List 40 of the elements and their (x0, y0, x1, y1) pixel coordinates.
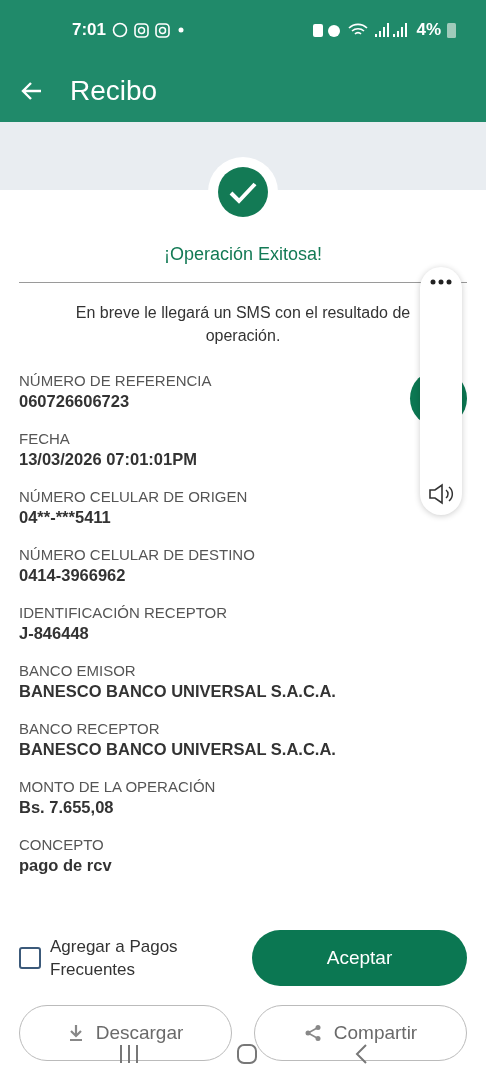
field-value: 13/03/2026 07:01:01PM (19, 449, 197, 470)
download-icon (67, 1024, 84, 1042)
field-value: 060726606723 (19, 391, 130, 412)
field-label: IDENTIFICACIÓN RECEPTOR (19, 603, 228, 623)
battery-icon (447, 22, 456, 38)
download-button[interactable]: Descargar (19, 1005, 232, 1061)
checkbox-label: Agregar a Pagos Frecuentes (50, 936, 179, 981)
back-icon[interactable] (353, 1044, 368, 1064)
status-time: 7:01 (72, 20, 107, 40)
battery-level: 4% (416, 20, 441, 40)
message-text: En breve le llegará un SMS con el resultado de (75, 303, 411, 323)
field-label: MONTO DE LA OPERACIÓN (19, 777, 216, 797)
checkbox[interactable] (19, 947, 41, 969)
field-label: NÚMERO CELULAR DE DESTINO (19, 545, 255, 565)
screen-title: Recibo (70, 75, 158, 107)
message-text: operación. (205, 326, 281, 346)
field-value: J-846448 (19, 623, 89, 644)
field-label: BANCO RECEPTOR (19, 719, 160, 739)
field-value: Bs. 7.655,08 (19, 797, 114, 818)
more-icon[interactable] (430, 279, 452, 285)
speaker-icon[interactable] (428, 483, 454, 505)
field-label: NÚMERO CELULAR DE ORIGEN (19, 487, 248, 507)
field-value: pago de rcv (19, 855, 112, 876)
field-label: CONCEPTO (19, 835, 104, 855)
result-title: ¡Operación Exitosa! (162, 244, 324, 265)
accept-button[interactable]: Aceptar (252, 930, 467, 986)
home-icon[interactable] (237, 1044, 257, 1064)
field-value: 04**-***5411 (19, 507, 111, 528)
share-button[interactable]: Compartir (254, 1005, 467, 1061)
field-label: FECHA (19, 429, 70, 449)
field-label: NÚMERO DE REFERENCIA (19, 371, 212, 391)
field-value: BANESCO BANCO UNIVERSAL S.A.C.A. (19, 681, 336, 702)
camera-icon (134, 22, 150, 38)
field-label: BANCO EMISOR (19, 661, 136, 681)
camera-icon (155, 22, 171, 38)
check-circle-icon (218, 167, 268, 217)
field-value: 0414-3966962 (19, 565, 126, 586)
recent-apps-icon[interactable] (118, 1044, 141, 1064)
share-icon (303, 1024, 322, 1042)
field-value: BANESCO BANCO UNIVERSAL S.A.C.A. (19, 739, 336, 760)
